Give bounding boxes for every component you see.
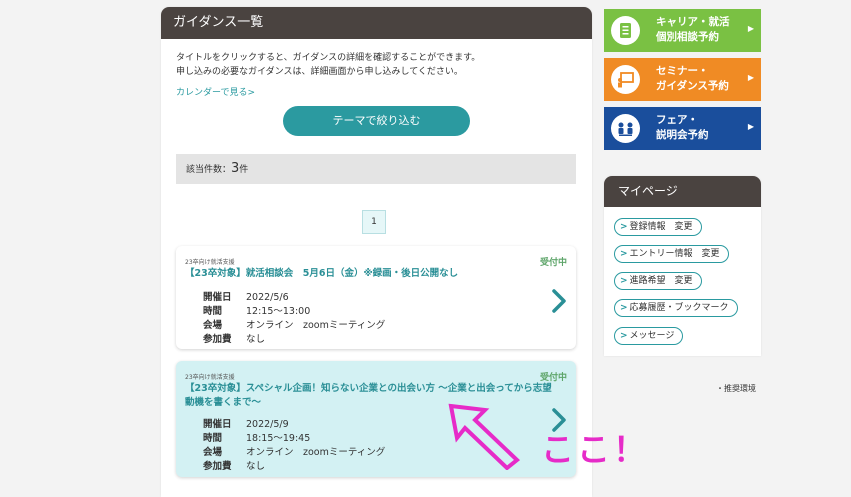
detail-value: オンライン zoomミーティング bbox=[246, 320, 386, 331]
detail-key: 会場 bbox=[203, 320, 223, 331]
label-line-2: ガイダンス予約 bbox=[656, 80, 729, 92]
chevron-right-icon[interactable] bbox=[551, 288, 567, 314]
detail-key: 参加費 bbox=[203, 334, 232, 345]
label-line-1: キャリア・就活 bbox=[656, 16, 730, 28]
mypage-link-career[interactable]: > 進路希望 変更 bbox=[614, 272, 702, 290]
detail-key: 時間 bbox=[203, 306, 223, 317]
guidance-card[interactable]: 23卒向け就活支援 受付中 【23卒対象】就活相談会 5月6日（金）※録画・後日… bbox=[176, 246, 576, 349]
chevron-right-icon: > bbox=[620, 276, 628, 286]
side-button-label: セミナー・ ガイダンス予約 bbox=[656, 64, 729, 94]
mypage-link-history[interactable]: > 応募履歴・ブックマーク bbox=[614, 299, 738, 317]
mypage-link-profile[interactable]: > 登録情報 変更 bbox=[614, 218, 702, 236]
label-line-1: フェア・ bbox=[656, 114, 698, 126]
intro-text: タイトルをクリックすると、ガイダンスの詳細を確認することができます。 申し込みの… bbox=[176, 51, 480, 79]
recommended-environment-link[interactable]: ・推奨環境 bbox=[716, 383, 756, 394]
fair-reservation-button[interactable]: フェア・ 説明会予約 ▶ bbox=[604, 107, 761, 150]
mypage-panel: マイページ > 登録情報 変更 > エントリー情報 変更 > 進路希望 変更 > 応募履… bbox=[604, 176, 761, 356]
triangle-right-icon: ▶ bbox=[747, 122, 754, 131]
pagination-page-1[interactable]: 1 bbox=[362, 210, 386, 234]
clipboard-icon bbox=[611, 16, 640, 45]
career-consultation-button[interactable]: キャリア・就活 個別相談予約 ▶ bbox=[604, 9, 761, 52]
annotation-arrow-icon bbox=[448, 403, 521, 470]
seminar-reservation-button[interactable]: セミナー・ ガイダンス予約 ▶ bbox=[604, 58, 761, 101]
detail-value: 18:15～19:45 bbox=[246, 433, 311, 444]
label-line-2: 説明会予約 bbox=[656, 129, 709, 141]
count-label: 該当件数： bbox=[186, 165, 232, 175]
chevron-right-icon: > bbox=[620, 222, 628, 232]
card-title[interactable]: 【23卒対象】就活相談会 5月6日（金）※録画・後日公開なし bbox=[185, 267, 560, 281]
detail-value: 2022/5/6 bbox=[246, 292, 289, 303]
mypage-title: マイページ bbox=[604, 176, 761, 207]
detail-key: 時間 bbox=[203, 433, 223, 444]
card-category: 23卒向け就活支援 bbox=[185, 259, 235, 266]
intro-line-2: 申し込みの必要なガイダンスは、詳細画面から申し込みしてください。 bbox=[176, 67, 463, 77]
detail-key: 開催日 bbox=[203, 292, 232, 303]
chevron-right-icon: > bbox=[620, 331, 628, 341]
chevron-right-icon: > bbox=[620, 249, 628, 259]
card-details: 開催日 2022/5/9 時間 18:15～19:45 会場 オンライン zoomミー… bbox=[203, 418, 385, 474]
pill-label: 進路希望 変更 bbox=[629, 276, 693, 286]
pill-label: 登録情報 変更 bbox=[629, 222, 693, 232]
guidance-list-panel: ガイダンス一覧 タイトルをクリックすると、ガイダンスの詳細を確認することができま… bbox=[161, 7, 592, 497]
label-line-1: セミナー・ bbox=[656, 65, 709, 77]
annotation-text: ここ！ bbox=[541, 430, 649, 469]
mypage-link-message[interactable]: > メッセージ bbox=[614, 327, 684, 345]
card-details: 開催日 2022/5/6 時間 12:15～13:00 会場 オンライン zoomミー… bbox=[203, 291, 385, 347]
detail-value: なし bbox=[246, 334, 266, 345]
calendar-link[interactable]: カレンダーで見る> bbox=[176, 85, 255, 98]
detail-value: オンライン zoomミーティング bbox=[246, 447, 386, 458]
triangle-right-icon: ▶ bbox=[747, 73, 754, 82]
triangle-right-icon: ▶ bbox=[747, 24, 754, 33]
detail-key: 会場 bbox=[203, 447, 223, 458]
mypage-link-entry[interactable]: > エントリー情報 変更 bbox=[614, 245, 729, 263]
chevron-right-icon: > bbox=[620, 303, 628, 313]
intro-line-1: タイトルをクリックすると、ガイダンスの詳細を確認することができます。 bbox=[176, 53, 481, 63]
theme-filter-button[interactable]: テーマで絞り込む bbox=[283, 106, 470, 136]
result-count-bar: 該当件数：3件 bbox=[176, 154, 576, 184]
detail-value: 12:15～13:00 bbox=[246, 306, 311, 317]
detail-key: 参加費 bbox=[203, 461, 232, 472]
label-line-2: 個別相談予約 bbox=[656, 31, 719, 43]
people-meeting-icon bbox=[611, 114, 640, 143]
detail-key: 開催日 bbox=[203, 419, 232, 430]
panel-title: ガイダンス一覧 bbox=[161, 7, 592, 39]
detail-value: なし bbox=[246, 461, 266, 472]
pill-label: エントリー情報 変更 bbox=[629, 249, 720, 259]
card-category: 23卒向け就活支援 bbox=[185, 374, 235, 381]
side-button-label: キャリア・就活 個別相談予約 bbox=[656, 15, 730, 45]
side-button-label: フェア・ 説明会予約 bbox=[656, 113, 709, 143]
count-unit: 件 bbox=[239, 165, 249, 175]
detail-value: 2022/5/9 bbox=[246, 419, 289, 430]
pill-label: 応募履歴・ブックマーク bbox=[629, 303, 729, 313]
pill-label: メッセージ bbox=[629, 331, 675, 341]
presentation-icon bbox=[611, 65, 640, 94]
